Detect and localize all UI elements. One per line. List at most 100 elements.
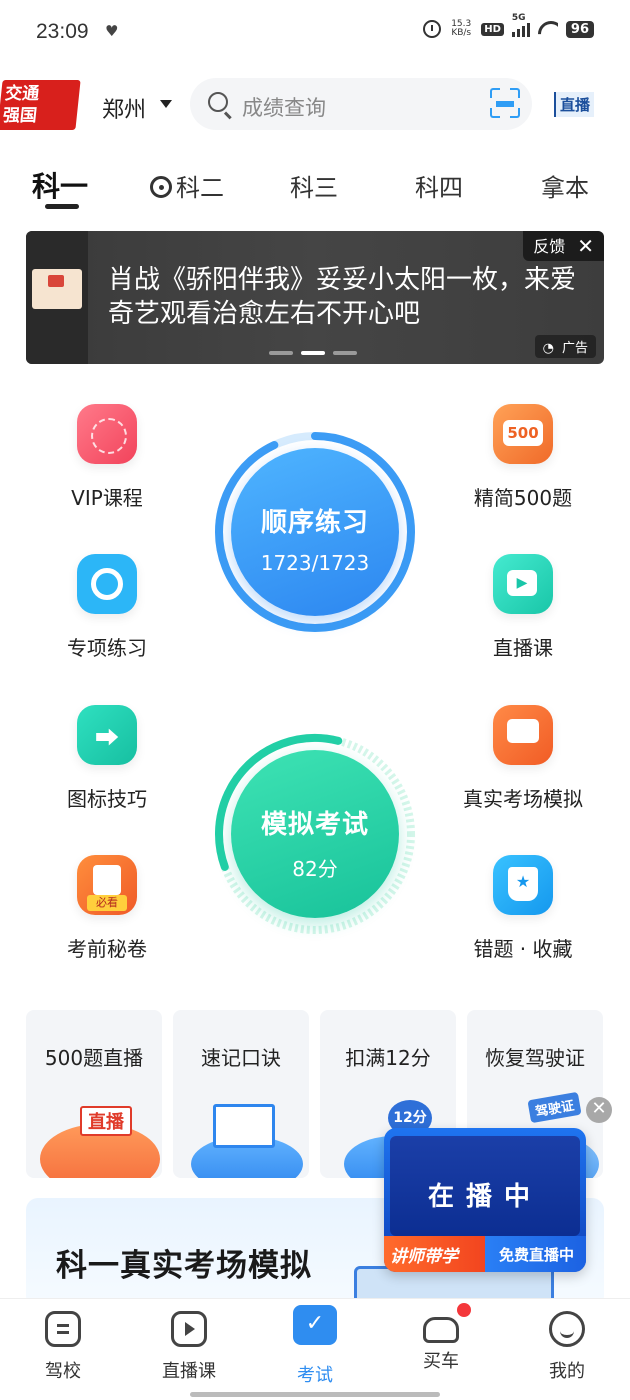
nav-label: 直播课	[162, 1361, 216, 1382]
tab-subject-4[interactable]: 科四	[415, 168, 463, 203]
secret-paper-button[interactable]: 考前秘卷	[32, 855, 182, 962]
vip-course-icon	[77, 404, 137, 464]
floating-live-widget[interactable]: 在播中 讲师带学 免费直播中	[384, 1128, 586, 1272]
nav-label: 驾校	[45, 1361, 81, 1382]
carousel-dot-active	[301, 351, 325, 355]
speed-unit: KB/s	[451, 28, 472, 38]
steering-wheel-icon	[150, 176, 172, 198]
mock-exam-title: 模拟考试	[260, 810, 369, 840]
nav-label: 考试	[297, 1365, 333, 1386]
carousel-dot	[269, 351, 293, 355]
status-icons: 15.3 KB/s HD 5G 96	[423, 13, 594, 38]
card-mnemonic[interactable]: 速记口诀	[173, 1010, 309, 1178]
nav-label: 我的	[549, 1361, 585, 1382]
live-screen: 在播中	[390, 1136, 580, 1236]
notification-dot	[457, 1303, 471, 1317]
carousel-dot	[333, 351, 357, 355]
sign-tips-button[interactable]: 图标技巧	[32, 705, 182, 812]
card-illustration	[187, 1098, 303, 1178]
500-questions-button[interactable]: 精简500题	[448, 404, 598, 511]
nav-label: 买车	[423, 1351, 459, 1372]
live-left-label: 讲师带学	[390, 1247, 458, 1267]
city-selector[interactable]: 郑州	[102, 92, 146, 124]
exam-room-icon	[493, 705, 553, 765]
sequential-practice-circle: 顺序练习 1723/1723	[231, 448, 399, 616]
alarm-icon	[423, 20, 442, 38]
live-class-label: 直播课	[493, 636, 553, 660]
logo-line-2: 强国	[1, 106, 38, 126]
card-illustration: 直播	[40, 1098, 160, 1178]
app-logo[interactable]: 交通 强国	[0, 80, 81, 130]
live-class-nav-icon	[171, 1311, 207, 1347]
ad-label: 广告	[534, 335, 596, 358]
tab-subject-3[interactable]: 科三	[290, 168, 338, 203]
home-indicator[interactable]	[190, 1392, 440, 1397]
close-icon[interactable]: ✕	[586, 1097, 612, 1123]
sign-tips-label: 图标技巧	[67, 787, 147, 811]
driving-school-icon	[45, 1311, 81, 1347]
nav-exam[interactable]: 考试	[265, 1305, 365, 1387]
status-time: 23:09	[36, 20, 89, 43]
logo-line-1: 交通	[4, 84, 41, 104]
tab-subject-2[interactable]: 科二	[150, 168, 224, 203]
500-questions-icon	[493, 404, 553, 464]
mock-exam-score: 82分	[292, 857, 338, 881]
sequential-practice-title: 顺序练习	[260, 508, 369, 538]
app-header: 交通 强国 郑州 成绩查询 直播	[0, 76, 630, 136]
ad-banner[interactable]: 肖战《骄阳伴我》妥妥小太阳一枚，来爱奇艺观看治愈左右不开心吧 反馈 ✕ 广告	[26, 231, 604, 364]
wifi-icon	[538, 21, 558, 37]
subject-tabs: 科一 科二 科三 科四 拿本	[0, 160, 630, 220]
live-status: 在播中	[427, 1182, 542, 1212]
special-practice-button[interactable]: 专项练习	[32, 554, 182, 661]
carousel-dots	[269, 351, 357, 355]
sequential-practice-button[interactable]: 顺序练习 1723/1723	[213, 430, 417, 634]
battery-indicator: 96	[565, 20, 594, 38]
search-bar[interactable]: 成绩查询	[190, 78, 532, 130]
vip-course-label: VIP课程	[71, 486, 143, 510]
mock-exam-button[interactable]: 模拟考试 82分	[213, 732, 417, 936]
secret-paper-icon	[77, 855, 137, 915]
scan-icon[interactable]	[490, 88, 520, 118]
profile-icon	[549, 1311, 585, 1347]
exam-room-button[interactable]: 真实考场模拟	[448, 705, 598, 812]
signal-icon: 5G	[511, 13, 530, 37]
tab-subject-2-label: 科二	[176, 174, 224, 202]
nav-live-class[interactable]: 直播课	[139, 1311, 239, 1383]
tab-subject-1[interactable]: 科一	[32, 165, 88, 205]
status-bar: 23:09 ♥ 15.3 KB/s HD 5G 96	[0, 0, 630, 66]
wrong-favorites-icon	[493, 855, 553, 915]
car-icon	[423, 1317, 459, 1343]
card-500-live[interactable]: 500题直播 直播	[26, 1010, 162, 1178]
500-questions-label: 精简500题	[473, 486, 573, 510]
network-speed: 15.3 KB/s	[449, 20, 473, 38]
caret-down-icon[interactable]	[160, 100, 172, 108]
secret-paper-label: 考前秘卷	[67, 937, 147, 961]
card-title: 500题直播	[44, 1046, 144, 1070]
nav-driving-school[interactable]: 驾校	[13, 1311, 113, 1383]
special-practice-label: 专项练习	[67, 636, 147, 660]
ad-feedback-button[interactable]: 反馈 ✕	[523, 231, 604, 261]
vip-course-button[interactable]: VIP课程	[32, 404, 182, 511]
section-title: 科一真实考场模拟	[56, 1248, 312, 1284]
live-class-icon	[493, 554, 553, 614]
nav-mine[interactable]: 我的	[517, 1311, 617, 1383]
network-type: 5G	[511, 13, 526, 23]
search-icon	[208, 92, 228, 112]
live-button[interactable]: 直播	[553, 92, 594, 117]
tab-get-license[interactable]: 拿本	[541, 168, 589, 203]
sequential-practice-progress: 1723/1723	[260, 551, 370, 575]
wrong-favorites-button[interactable]: 错题 · 收藏	[448, 855, 598, 962]
nav-buy-car[interactable]: 买车	[391, 1311, 491, 1373]
active-tab-indicator	[45, 204, 79, 209]
live-banner: 讲师带学 免费直播中	[384, 1236, 586, 1272]
bottom-navigation: 驾校 直播课 考试 买车 我的	[0, 1298, 630, 1400]
exam-room-label: 真实考场模拟	[463, 787, 583, 811]
wrong-favorites-label: 错题 · 收藏	[473, 937, 573, 961]
hd-badge: HD	[481, 22, 504, 36]
close-icon[interactable]: ✕	[577, 231, 594, 261]
search-input[interactable]: 成绩查询	[242, 92, 326, 122]
live-class-button[interactable]: 直播课	[448, 554, 598, 661]
ad-thumbnail	[26, 231, 88, 364]
card-title: 扣满12分	[345, 1046, 431, 1070]
card-title: 速记口诀	[201, 1046, 281, 1070]
